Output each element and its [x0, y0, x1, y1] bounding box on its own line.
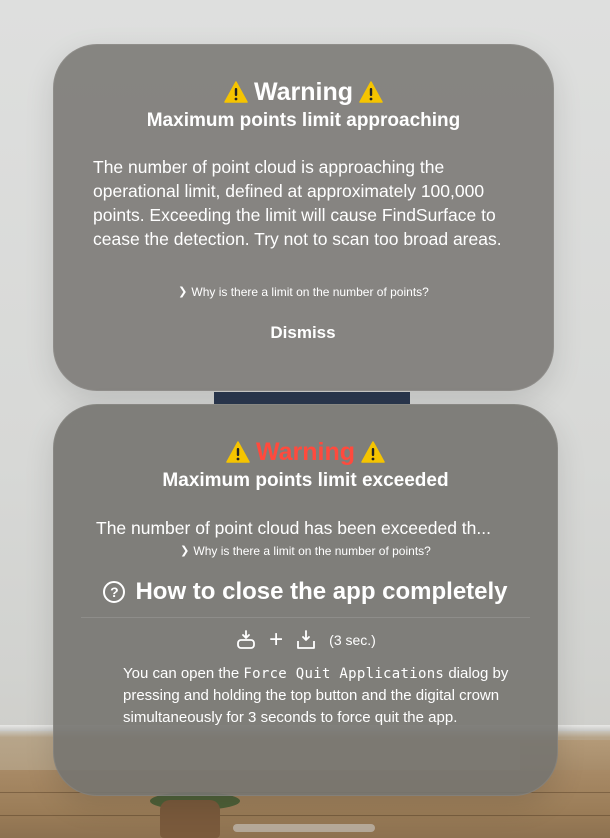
dismiss-button[interactable]: Dismiss — [243, 319, 363, 347]
force-quit-instructions: You can open the Force Quit Applications… — [123, 663, 518, 729]
warning-triangle-icon — [224, 81, 248, 103]
warning-header: Warning — [53, 77, 554, 107]
plant-pot — [160, 800, 220, 838]
warning-title: Warning — [253, 78, 354, 106]
warning-title: Warning — [255, 438, 356, 466]
plus-sign: + — [269, 626, 284, 653]
button-combo: + (3 sec.) — [53, 626, 558, 653]
background-tv — [214, 392, 410, 404]
alert-body: The number of point cloud is approaching… — [93, 157, 502, 249]
desc-text-start: You can open the — [123, 665, 244, 682]
chevron-right-icon: ❯ — [180, 544, 190, 557]
top-button-icon — [237, 630, 256, 649]
visionos-scene: Warning Maximum points limit approaching… — [0, 0, 610, 838]
alert-exceeded-panel: Warning Maximum points limit exceeded Th… — [53, 404, 558, 796]
force-quit-dialog-name: Force Quit Applications — [243, 666, 445, 682]
alert-subtitle: Maximum points limit exceeded — [162, 470, 449, 491]
warning-triangle-icon — [361, 441, 385, 463]
home-indicator[interactable] — [233, 824, 375, 832]
digital-crown-icon — [297, 630, 316, 649]
warning-header: Warning — [53, 437, 558, 467]
alert-subtitle: Maximum points limit approaching — [146, 110, 461, 131]
limit-explanation-link[interactable]: ❯ Why is there a limit on the number of … — [53, 543, 558, 559]
warning-triangle-icon — [359, 81, 383, 103]
howto-title: How to close the app completely — [135, 578, 508, 605]
divider — [81, 617, 530, 618]
question-circle-icon: ? — [103, 581, 126, 603]
link-label: Why is there a limit on the number of po… — [191, 285, 429, 299]
link-label: Why is there a limit on the number of po… — [193, 544, 431, 558]
alert-body-truncated[interactable]: The number of point cloud has been excee… — [96, 516, 528, 540]
chevron-right-icon: ❯ — [178, 285, 188, 298]
duration-label: (3 sec.) — [329, 632, 376, 648]
limit-explanation-link[interactable]: ❯ Why is there a limit on the number of … — [53, 284, 554, 300]
alert-approaching-panel: Warning Maximum points limit approaching… — [53, 44, 554, 391]
warning-triangle-icon — [226, 441, 250, 463]
howto-heading: ? How to close the app completely — [53, 576, 558, 608]
